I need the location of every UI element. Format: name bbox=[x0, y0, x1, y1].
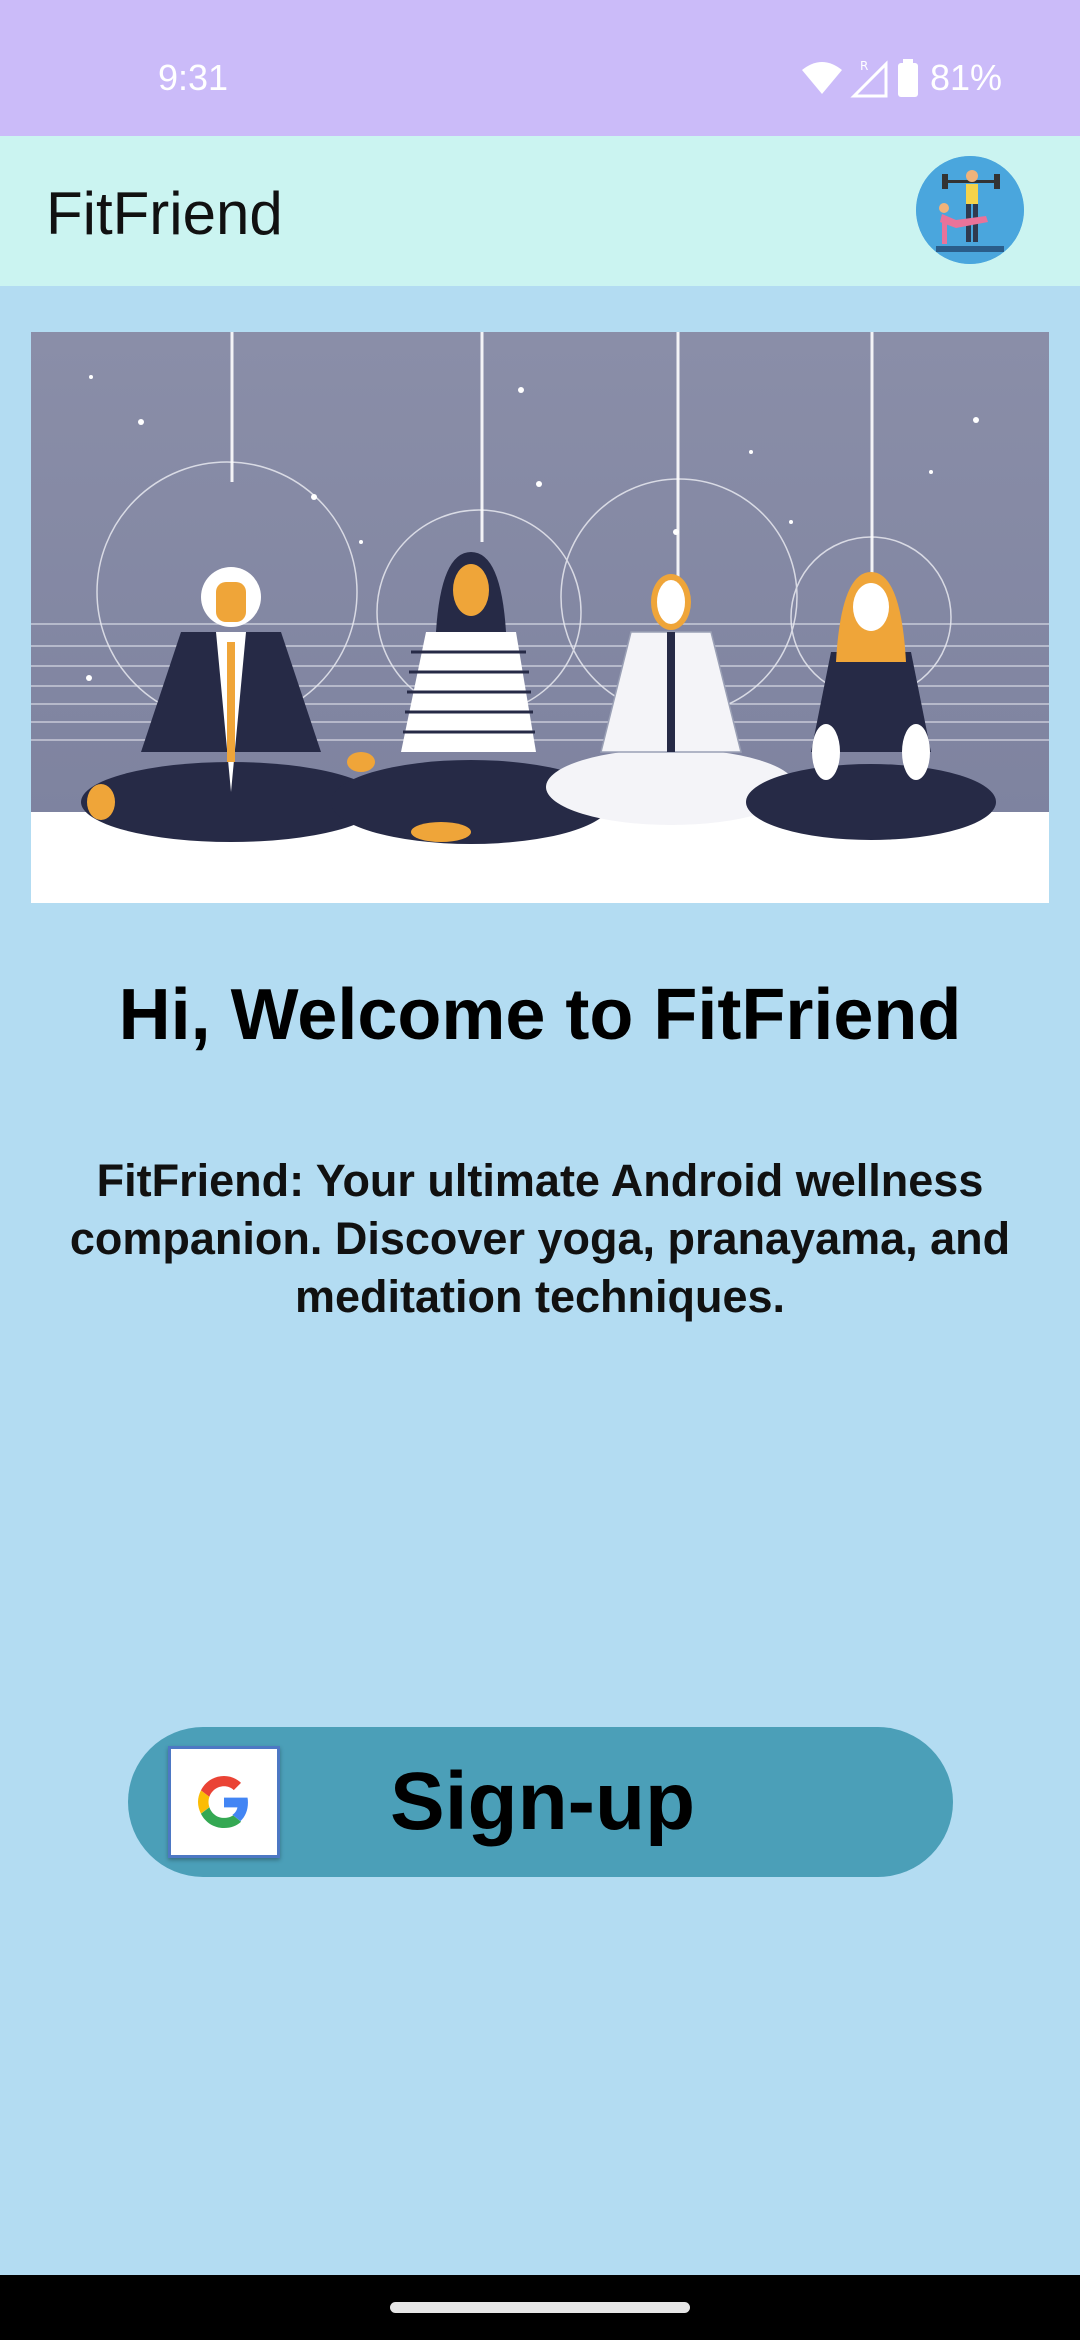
meditation-illustration bbox=[31, 332, 1049, 903]
app-description: FitFriend: Your ultimate Android wellnes… bbox=[69, 1155, 1011, 1322]
status-icons: R 81% bbox=[800, 56, 1002, 100]
battery-percentage: 81% bbox=[929, 57, 1002, 98]
status-bar: 9:31 R 81% bbox=[0, 0, 1080, 136]
wifi-icon bbox=[801, 62, 842, 94]
svg-text:R: R bbox=[860, 59, 868, 73]
google-logo-box bbox=[168, 1746, 280, 1858]
app-title: FitFriend bbox=[46, 180, 283, 247]
google-logo-icon bbox=[198, 1776, 248, 1828]
google-signup-button[interactable]: Sign-up bbox=[128, 1727, 953, 1877]
signup-label: Sign-up bbox=[390, 1756, 696, 1847]
home-gesture-handle[interactable] bbox=[390, 2302, 690, 2313]
battery-icon bbox=[897, 59, 918, 97]
app-bar: FitFriend bbox=[0, 136, 1080, 286]
profile-avatar[interactable] bbox=[916, 156, 1024, 264]
status-time: 9:31 bbox=[158, 57, 229, 98]
meditation-scene bbox=[31, 332, 1049, 903]
system-nav-bar bbox=[0, 2275, 1080, 2340]
fitness-avatar-icon bbox=[916, 156, 1024, 264]
signal-icon: R bbox=[850, 59, 888, 98]
welcome-title: Hi, Welcome to FitFriend bbox=[118, 975, 962, 1055]
